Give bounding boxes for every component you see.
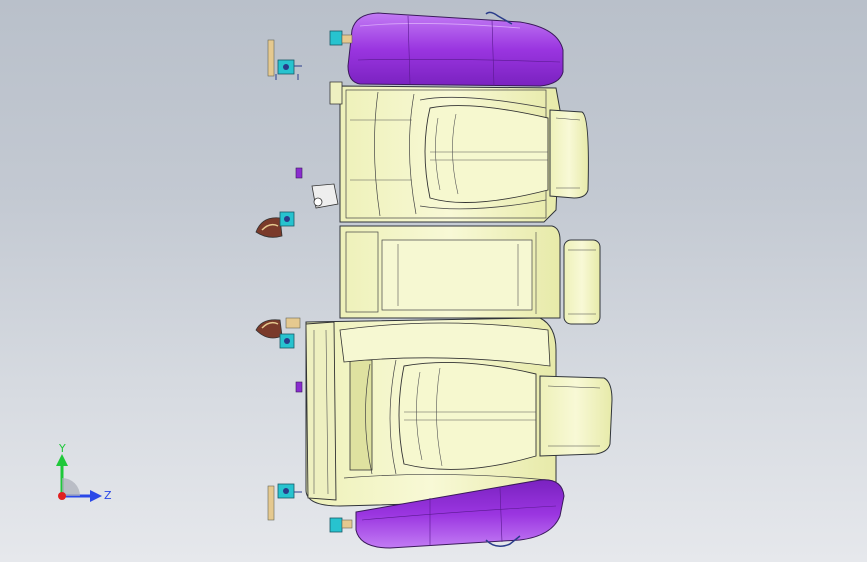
lower-purple-clip (295, 381, 303, 393)
z-axis-label: Z (104, 489, 112, 502)
top-cyan-bracket (329, 30, 353, 46)
axis-triad: Y Z (56, 442, 112, 502)
upper-headrest (549, 109, 589, 199)
bottom-hinge-assembly (267, 483, 302, 521)
mid-lower-hinge (255, 317, 301, 349)
lower-headrest (539, 375, 613, 457)
top-purple-bolster (347, 11, 564, 87)
upper-purple-clip (295, 167, 303, 179)
cad-viewport[interactable]: Y Z (0, 0, 867, 562)
x-axis-dot (58, 492, 66, 500)
model-canvas: Y Z (56, 11, 613, 549)
upper-seat-cushion (329, 81, 561, 223)
mid-upper-hinge (255, 211, 295, 238)
seat-latch (311, 183, 339, 209)
top-hinge-assembly (267, 39, 302, 80)
middle-headrest (563, 239, 601, 325)
middle-seat-section (339, 225, 561, 319)
lower-seat-cushion (305, 317, 557, 507)
bottom-cyan-bracket (329, 517, 353, 533)
y-axis-label: Y (58, 442, 66, 455)
